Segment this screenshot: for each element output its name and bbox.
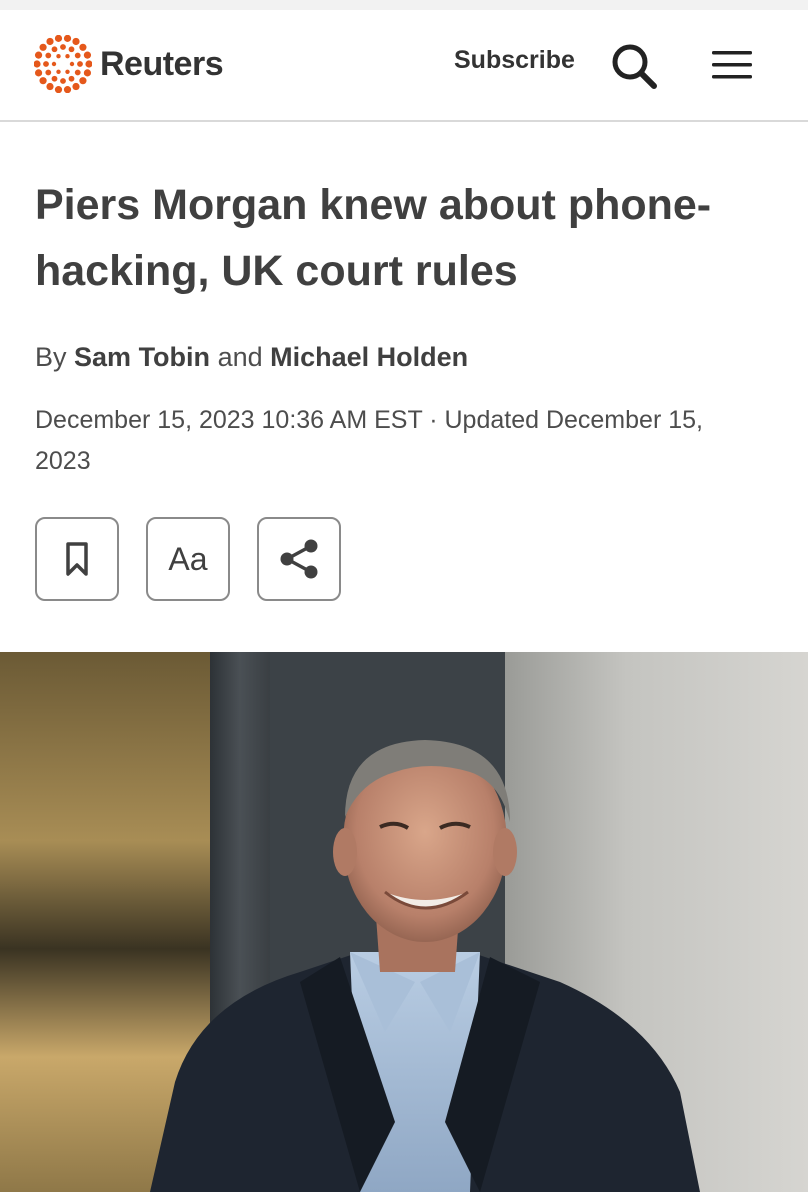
share-icon	[280, 539, 318, 579]
byline-joiner: and	[217, 342, 263, 372]
hero-photo	[0, 652, 808, 1192]
author-link-1[interactable]: Sam Tobin	[74, 342, 210, 372]
author-link-2[interactable]: Michael Holden	[270, 342, 468, 372]
article-dateline: December 15, 2023 10:36 AM EST · Updated…	[35, 406, 703, 475]
site-header: Reuters Subscribe	[0, 10, 808, 122]
bookmark-button[interactable]	[35, 517, 119, 601]
reuters-logo[interactable]: Reuters	[34, 34, 224, 94]
brand-name: Reuters	[100, 44, 224, 83]
share-button[interactable]	[257, 517, 341, 601]
status-strip	[0, 0, 808, 10]
subscribe-button[interactable]: Subscribe	[454, 46, 575, 75]
font-size-button[interactable]: Aa	[146, 517, 230, 601]
reuters-logo-icon	[34, 35, 92, 93]
byline: By Sam Tobin and Michael Holden	[35, 342, 468, 373]
byline-prefix: By	[35, 342, 67, 372]
hamburger-menu-icon[interactable]	[710, 49, 754, 86]
font-size-label: Aa	[168, 540, 208, 577]
bookmark-icon	[66, 542, 88, 576]
article-headline: Piers Morgan knew about phone-hacking, U…	[35, 181, 712, 295]
search-icon[interactable]	[609, 41, 659, 96]
